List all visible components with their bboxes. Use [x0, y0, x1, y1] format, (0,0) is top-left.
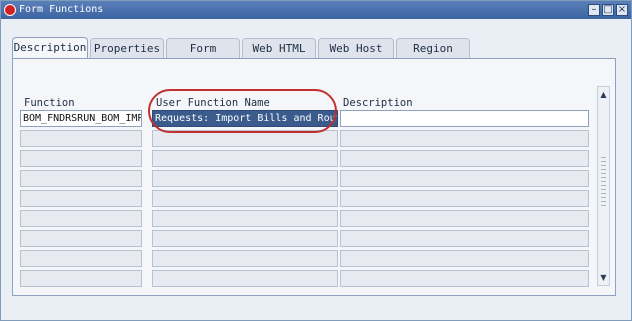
description-field[interactable] — [340, 110, 589, 127]
user-function-name-field[interactable] — [152, 190, 338, 207]
description-field[interactable] — [340, 150, 589, 167]
function-field[interactable] — [20, 270, 142, 287]
user-function-name-field[interactable] — [152, 170, 338, 187]
tab-description[interactable]: Description — [12, 37, 88, 59]
description-field[interactable] — [340, 190, 589, 207]
tab-web-host[interactable]: Web Host — [318, 38, 394, 58]
function-field[interactable] — [20, 230, 142, 247]
function-field[interactable]: BOM_FNDRSRUN_BOM_IMPO — [20, 110, 142, 127]
function-field[interactable] — [20, 150, 142, 167]
description-field[interactable] — [340, 270, 589, 287]
user-function-name-field[interactable] — [152, 230, 338, 247]
description-field[interactable] — [340, 170, 589, 187]
scroll-grip[interactable] — [601, 157, 606, 207]
user-function-name-field[interactable] — [152, 270, 338, 287]
user-function-name-field[interactable] — [152, 210, 338, 227]
function-field[interactable] — [20, 190, 142, 207]
tab-web-html[interactable]: Web HTML — [242, 38, 316, 58]
description-field[interactable] — [340, 230, 589, 247]
function-field[interactable] — [20, 130, 142, 147]
function-column-header: Function — [24, 97, 75, 109]
window-title: Form Functions — [19, 4, 104, 15]
vertical-scrollbar[interactable]: ▲ ▼ — [597, 86, 610, 286]
tab-form[interactable]: Form — [166, 38, 240, 58]
description-field[interactable] — [340, 250, 589, 267]
user-function-name-field[interactable] — [152, 250, 338, 267]
user-function-name-field[interactable] — [152, 150, 338, 167]
oracle-logo-icon — [4, 4, 16, 16]
maximize-icon[interactable]: □ — [602, 4, 614, 16]
minimize-icon[interactable]: – — [588, 4, 600, 16]
function-field[interactable] — [20, 170, 142, 187]
title-bar: Form Functions – □ × — [1, 1, 631, 19]
highlight-annotation — [148, 89, 337, 133]
function-field[interactable] — [20, 210, 142, 227]
tab-properties[interactable]: Properties — [90, 38, 164, 58]
scroll-down-icon[interactable]: ▼ — [598, 272, 609, 283]
close-icon[interactable]: × — [616, 4, 628, 16]
description-field[interactable] — [340, 130, 589, 147]
description-column-header: Description — [343, 97, 413, 109]
description-field[interactable] — [340, 210, 589, 227]
tab-region[interactable]: Region — [396, 38, 470, 58]
function-field[interactable] — [20, 250, 142, 267]
scroll-up-icon[interactable]: ▲ — [598, 89, 609, 100]
